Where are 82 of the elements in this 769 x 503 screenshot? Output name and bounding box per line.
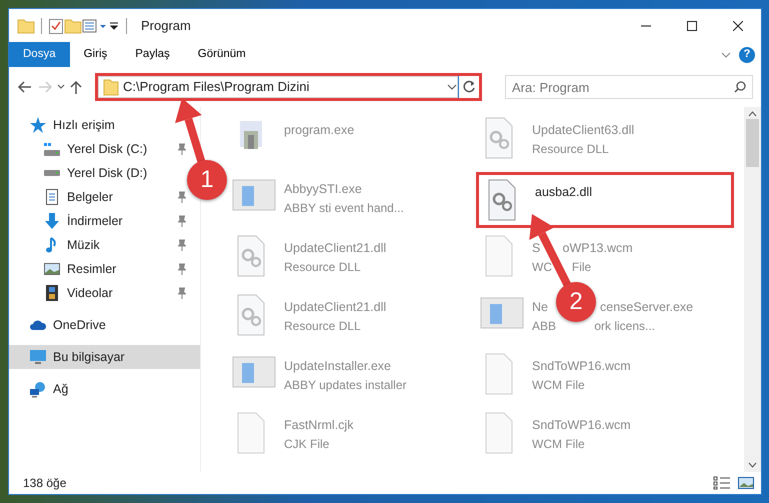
- search-field[interactable]: Ara: Program: [505, 75, 753, 99]
- sidebar-item[interactable]: Resimler: [9, 257, 174, 281]
- scroll-up-icon: [748, 111, 757, 117]
- caret-down-icon[interactable]: [57, 84, 65, 90]
- sidebar-item[interactable]: Ağ: [9, 377, 200, 401]
- pin-icon[interactable]: [178, 263, 186, 275]
- file-type: WCM File: [532, 376, 585, 394]
- address-field[interactable]: C:\Program Files\Program Dizini: [98, 76, 458, 98]
- file-type: Resource DLL: [284, 258, 361, 276]
- file-type: WC: [532, 258, 552, 276]
- file-type: ABBY updates installer: [284, 376, 407, 394]
- file-name: Ne: [532, 299, 548, 316]
- monitor-icon: [29, 348, 47, 366]
- back-arrow-icon[interactable]: [17, 79, 33, 95]
- item-count: 138 öğe: [23, 475, 66, 492]
- scroll-down-icon: [748, 462, 757, 468]
- folder-icon: [103, 78, 119, 96]
- sidebar-item[interactable]: OneDrive: [9, 313, 200, 337]
- file-name: censeServer.exe: [600, 299, 694, 316]
- large-icons-view-icon[interactable]: [737, 476, 755, 490]
- file-name: AbbyySTI.exe: [284, 181, 362, 198]
- caret-down-icon[interactable]: [447, 84, 457, 90]
- chevron-down-icon[interactable]: [721, 52, 731, 58]
- file-name: ausba2.dll: [535, 184, 592, 201]
- file-type: Resource DLL: [532, 140, 609, 158]
- sidebar-item[interactable]: Hızlı erişim: [9, 113, 200, 137]
- sidebar-item[interactable]: Videolar: [9, 281, 174, 305]
- scrollbar[interactable]: [744, 107, 761, 472]
- sidebar-item[interactable]: Yerel Disk (D:): [9, 161, 174, 185]
- file-name: program.exe: [284, 122, 354, 139]
- folder-icon[interactable]: [64, 16, 82, 34]
- sidebar-item[interactable]: Yerel Disk (C:): [9, 137, 174, 161]
- download-arrow-icon: [43, 212, 61, 230]
- picture-icon: [43, 260, 61, 278]
- sidebar-item[interactable]: Bu bilgisayar: [9, 345, 200, 369]
- sidebar-item[interactable]: İndirmeler: [9, 209, 174, 233]
- file-name: FastNrml.cjk: [284, 417, 354, 434]
- document-icon: [43, 188, 61, 206]
- properties-icon[interactable]: [82, 16, 108, 34]
- file-menu-tab[interactable]: Dosya: [9, 42, 70, 67]
- file-type: WCM File: [532, 436, 585, 453]
- file-name: UpdateClient63.dll: [532, 122, 634, 139]
- sidebar-item[interactable]: Müzik: [9, 233, 174, 257]
- ribbon-tab[interactable]: Paylaş: [121, 42, 184, 67]
- maximize-icon: [687, 20, 697, 30]
- file-type: ork licens...: [594, 318, 655, 335]
- help-button[interactable]: ?: [739, 46, 755, 62]
- file-name: oWP13.wcm: [562, 240, 633, 257]
- checklist-icon[interactable]: [48, 16, 64, 34]
- star-icon: [29, 116, 47, 134]
- window-title: Program: [141, 16, 191, 35]
- ribbon-tab[interactable]: Görünüm: [184, 42, 260, 67]
- file-type: CJK File: [284, 436, 330, 453]
- file-name: S: [532, 240, 540, 257]
- pin-icon[interactable]: [178, 239, 186, 251]
- file-name: SndToWP16.wcm: [532, 417, 631, 434]
- up-arrow-icon[interactable]: [69, 79, 83, 95]
- drive-icon: [43, 169, 61, 177]
- ribbon-tab[interactable]: Giriş: [70, 42, 122, 67]
- file-type: ABBY sti event hand...: [284, 200, 404, 217]
- details-view-icon[interactable]: [713, 476, 731, 490]
- file-item[interactable]: ausba2.dll: [476, 172, 734, 228]
- file-type: File: [572, 258, 592, 276]
- pin-icon[interactable]: [178, 191, 186, 203]
- network-globe-icon: [29, 380, 47, 398]
- file-name: SndToWP16.wcm: [532, 358, 631, 375]
- search-icon: [734, 81, 746, 93]
- file-name: UpdateClient21.dll: [284, 299, 386, 316]
- film-strip-icon: [43, 284, 61, 302]
- file-type: ABB: [532, 318, 556, 335]
- folder-icon: [17, 16, 35, 34]
- sidebar-item[interactable]: Belgeler: [9, 185, 174, 209]
- drive-icon: [43, 142, 61, 156]
- file-type: Resource DLL: [284, 318, 361, 335]
- file-name: UpdateInstaller.exe: [284, 358, 392, 375]
- refresh-icon: [462, 80, 476, 94]
- file-name: UpdateClient21.dll: [284, 240, 386, 257]
- close-icon: [733, 20, 743, 30]
- pin-icon[interactable]: [178, 143, 186, 155]
- pin-icon[interactable]: [178, 287, 186, 299]
- scrollbar-thumb[interactable]: [746, 119, 759, 167]
- pin-icon[interactable]: [178, 215, 186, 227]
